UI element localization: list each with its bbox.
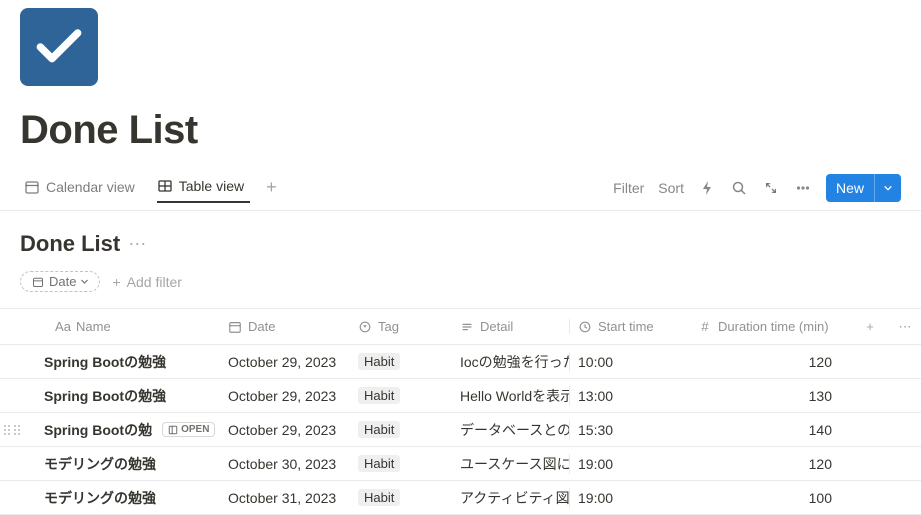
cell-duration[interactable]: 100 xyxy=(690,490,850,506)
cell-tag[interactable]: Habit xyxy=(350,421,452,438)
title-icon: Aa xyxy=(56,320,70,334)
calendar-icon xyxy=(24,179,40,195)
lightning-icon[interactable] xyxy=(698,179,716,197)
collection-title: Done List xyxy=(20,231,120,257)
cell-tag[interactable]: Habit xyxy=(350,387,452,404)
column-header-duration[interactable]: # Duration time (min) xyxy=(690,319,850,334)
page-title: Done List xyxy=(20,108,921,153)
tab-calendar-view[interactable]: Calendar view xyxy=(24,179,141,203)
row-drag-handle[interactable] xyxy=(0,413,22,447)
expand-icon[interactable] xyxy=(762,179,780,197)
calendar-icon xyxy=(31,275,45,289)
column-header-detail[interactable]: Detail xyxy=(452,319,570,334)
filter-chip-date[interactable]: Date xyxy=(20,271,100,292)
tag-pill: Habit xyxy=(358,455,400,472)
cell-name[interactable]: モデリングの勉強 xyxy=(0,454,220,474)
new-button-dropdown[interactable] xyxy=(874,174,901,202)
new-button[interactable]: New xyxy=(826,174,901,202)
cell-name[interactable]: Spring Bootの勉強 xyxy=(0,386,220,406)
add-filter-label: Add filter xyxy=(127,274,182,290)
tag-pill: Habit xyxy=(358,489,400,506)
chevron-down-icon xyxy=(80,277,89,286)
sort-button[interactable]: Sort xyxy=(658,180,684,196)
add-column-button[interactable]: + xyxy=(850,319,890,334)
cell-start-time[interactable]: 15:30 xyxy=(570,422,690,438)
cell-start-time[interactable]: 19:00 xyxy=(570,490,690,506)
cell-duration[interactable]: 120 xyxy=(690,456,850,472)
cell-start-time[interactable]: 10:00 xyxy=(570,354,690,370)
plus-icon: + xyxy=(112,274,120,290)
tag-pill: Habit xyxy=(358,421,400,438)
add-view-button[interactable]: + xyxy=(266,177,277,204)
cell-date[interactable]: October 29, 2023 xyxy=(220,422,350,438)
add-filter-button[interactable]: + Add filter xyxy=(112,274,181,290)
cell-tag[interactable]: Habit xyxy=(350,489,452,506)
cell-date[interactable]: October 29, 2023 xyxy=(220,388,350,404)
filter-chip-label: Date xyxy=(49,274,76,289)
tab-label: Calendar view xyxy=(46,179,135,195)
text-icon xyxy=(460,320,474,334)
chevron-down-icon xyxy=(883,183,893,193)
cell-detail[interactable]: Iocの勉強を行った xyxy=(452,352,570,372)
cell-start-time[interactable]: 13:00 xyxy=(570,388,690,404)
cell-name[interactable]: Spring Bootの勉 OPEN xyxy=(0,420,220,440)
cell-name[interactable]: Spring Bootの勉強 xyxy=(0,352,220,372)
column-header-tag[interactable]: Tag xyxy=(350,319,452,334)
number-icon: # xyxy=(698,320,712,334)
open-icon xyxy=(168,425,178,435)
calendar-icon xyxy=(228,320,242,334)
column-header-date[interactable]: Date xyxy=(220,319,350,334)
table-header-row: Aa Name Date Tag Detail Start time # D xyxy=(0,309,921,345)
cell-date[interactable]: October 31, 2023 xyxy=(220,490,350,506)
cell-date[interactable]: October 29, 2023 xyxy=(220,354,350,370)
clock-icon xyxy=(578,320,592,334)
cell-detail[interactable]: データベースとの xyxy=(452,420,570,440)
filter-button[interactable]: Filter xyxy=(613,180,644,196)
cell-tag[interactable]: Habit xyxy=(350,455,452,472)
table-row[interactable]: モデリングの勉強 October 30, 2023 Habit ユースケース図に19:… xyxy=(0,447,921,481)
column-more-icon[interactable]: ⋯ xyxy=(890,319,920,335)
cell-start-time[interactable]: 19:00 xyxy=(570,456,690,472)
table-icon xyxy=(157,178,173,194)
table-row[interactable]: Spring Bootの勉強 October 29, 2023 Habit Iocの勉… xyxy=(0,345,921,379)
cell-tag[interactable]: Habit xyxy=(350,353,452,370)
row-title: モデリングの勉強 xyxy=(44,454,156,474)
row-title: Spring Bootの勉強 xyxy=(44,386,166,406)
cell-detail[interactable]: Hello Worldを表示 xyxy=(452,386,570,406)
table-row[interactable]: モデリングの勉強October 31, 2023Habitアクティビティ図19:… xyxy=(0,481,921,515)
open-row-button[interactable]: OPEN xyxy=(162,422,215,437)
page-icon[interactable] xyxy=(20,8,98,86)
column-header-start-time[interactable]: Start time xyxy=(570,319,690,334)
data-table: Aa Name Date Tag Detail Start time # D xyxy=(0,308,921,515)
select-icon xyxy=(358,320,372,334)
tag-pill: Habit xyxy=(358,387,400,404)
row-title: Spring Bootの勉 xyxy=(44,420,152,440)
row-title: Spring Bootの勉強 xyxy=(44,352,166,372)
cell-duration[interactable]: 130 xyxy=(690,388,850,404)
cell-detail[interactable]: ユースケース図に xyxy=(452,454,570,474)
cell-date[interactable]: October 30, 2023 xyxy=(220,456,350,472)
table-row[interactable]: Spring Bootの勉 OPEN October 29, 2023 Habit デー… xyxy=(0,413,921,447)
new-button-label: New xyxy=(826,180,874,196)
table-row[interactable]: Spring Bootの勉強 October 29, 2023 Habit Hello… xyxy=(0,379,921,413)
cell-duration[interactable]: 120 xyxy=(690,354,850,370)
more-icon[interactable] xyxy=(794,179,812,197)
search-icon[interactable] xyxy=(730,179,748,197)
check-icon xyxy=(31,19,87,75)
tab-table-view[interactable]: Table view xyxy=(157,178,250,203)
column-header-name[interactable]: Aa Name xyxy=(0,319,220,334)
collection-more-icon[interactable]: ⋯ xyxy=(128,234,147,255)
tab-label: Table view xyxy=(179,178,244,194)
cell-duration[interactable]: 140 xyxy=(690,422,850,438)
tag-pill: Habit xyxy=(358,353,400,370)
